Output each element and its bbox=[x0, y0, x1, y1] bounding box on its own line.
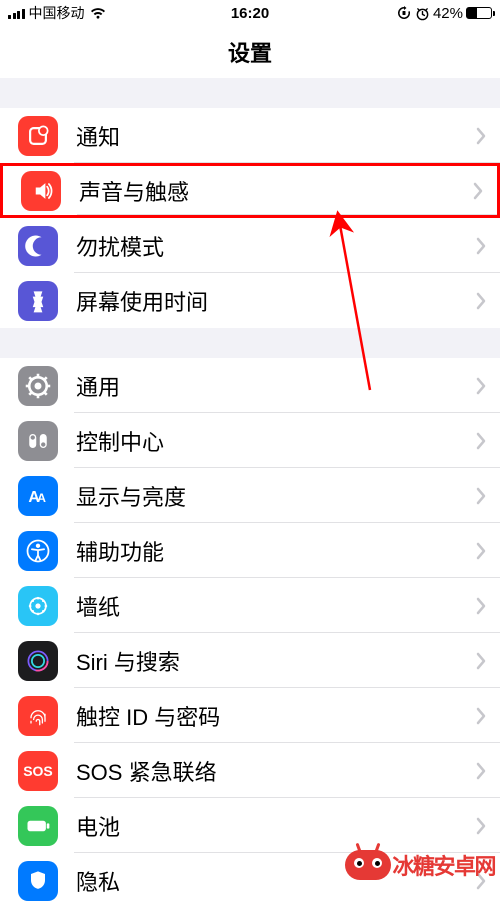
battery-icon bbox=[466, 7, 492, 19]
page-title: 设置 bbox=[0, 26, 500, 78]
row-screentime[interactable]: 屏幕使用时间 bbox=[0, 273, 500, 328]
settings-group-2: 通用 控制中心 AA 显示与亮度 辅助功能 墙纸 Siri 与搜索 bbox=[0, 358, 500, 908]
chevron-right-icon bbox=[476, 292, 486, 310]
row-label: 触控 ID 与密码 bbox=[76, 700, 476, 732]
svg-text:A: A bbox=[37, 491, 46, 505]
siri-icon bbox=[18, 641, 58, 681]
row-dnd[interactable]: 勿扰模式 bbox=[0, 218, 500, 273]
row-label: 通用 bbox=[76, 370, 476, 402]
sounds-icon bbox=[21, 171, 61, 211]
carrier-label: 中国移动 bbox=[29, 3, 85, 23]
chevron-right-icon bbox=[476, 707, 486, 725]
chevron-right-icon bbox=[476, 432, 486, 450]
notifications-icon bbox=[18, 116, 58, 156]
status-right: 42% bbox=[396, 5, 492, 22]
row-label: 显示与亮度 bbox=[76, 480, 476, 512]
row-controlcenter[interactable]: 控制中心 bbox=[0, 413, 500, 468]
chevron-right-icon bbox=[476, 127, 486, 145]
status-left: 中国移动 bbox=[8, 3, 107, 23]
chevron-right-icon bbox=[476, 762, 486, 780]
chevron-right-icon bbox=[476, 487, 486, 505]
wallpaper-icon bbox=[18, 586, 58, 626]
display-icon: AA bbox=[18, 476, 58, 516]
settings-group-1: 通知 声音与触感 勿扰模式 屏幕使用时间 bbox=[0, 108, 500, 328]
chevron-right-icon bbox=[476, 542, 486, 560]
row-sounds[interactable]: 声音与触感 bbox=[0, 163, 500, 218]
clock: 16:20 bbox=[231, 5, 269, 22]
row-notifications[interactable]: 通知 bbox=[0, 108, 500, 163]
row-label: 辅助功能 bbox=[76, 535, 476, 567]
row-touchid[interactable]: 触控 ID 与密码 bbox=[0, 688, 500, 743]
watermark-logo-icon bbox=[345, 850, 391, 880]
chevron-right-icon bbox=[473, 182, 483, 200]
row-label: 声音与触感 bbox=[79, 175, 473, 207]
screentime-icon bbox=[18, 281, 58, 321]
battery-percent: 42% bbox=[433, 5, 463, 22]
watermark-text: 冰糖安卓网 bbox=[392, 849, 495, 881]
row-general[interactable]: 通用 bbox=[0, 358, 500, 413]
svg-text:SOS: SOS bbox=[23, 763, 53, 779]
fingerprint-icon bbox=[18, 696, 58, 736]
row-battery[interactable]: 电池 bbox=[0, 798, 500, 853]
status-bar: 中国移动 16:20 42% bbox=[0, 0, 500, 26]
row-label: 屏幕使用时间 bbox=[76, 285, 476, 317]
row-label: Siri 与搜索 bbox=[76, 645, 476, 677]
accessibility-icon bbox=[18, 531, 58, 571]
alarm-icon bbox=[415, 6, 430, 21]
row-display[interactable]: AA 显示与亮度 bbox=[0, 468, 500, 523]
row-siri[interactable]: Siri 与搜索 bbox=[0, 633, 500, 688]
chevron-right-icon bbox=[476, 817, 486, 835]
privacy-icon bbox=[18, 861, 58, 901]
row-label: 控制中心 bbox=[76, 425, 476, 457]
row-label: SOS 紧急联络 bbox=[76, 755, 476, 787]
sos-icon: SOS bbox=[18, 751, 58, 791]
row-label: 电池 bbox=[76, 810, 476, 842]
chevron-right-icon bbox=[476, 237, 486, 255]
chevron-right-icon bbox=[476, 652, 486, 670]
signal-icon bbox=[8, 7, 25, 19]
gear-icon bbox=[18, 366, 58, 406]
watermark: 冰糖安卓网 bbox=[345, 849, 495, 881]
chevron-right-icon bbox=[476, 597, 486, 615]
row-label: 勿扰模式 bbox=[76, 230, 476, 262]
row-sos[interactable]: SOS SOS 紧急联络 bbox=[0, 743, 500, 798]
controlcenter-icon bbox=[18, 421, 58, 461]
wifi-icon bbox=[89, 6, 107, 20]
row-accessibility[interactable]: 辅助功能 bbox=[0, 523, 500, 578]
rotation-lock-icon bbox=[396, 5, 412, 21]
battery-row-icon bbox=[18, 806, 58, 846]
row-label: 通知 bbox=[76, 120, 476, 152]
row-label: 墙纸 bbox=[76, 590, 476, 622]
row-wallpaper[interactable]: 墙纸 bbox=[0, 578, 500, 633]
chevron-right-icon bbox=[476, 377, 486, 395]
dnd-icon bbox=[18, 226, 58, 266]
